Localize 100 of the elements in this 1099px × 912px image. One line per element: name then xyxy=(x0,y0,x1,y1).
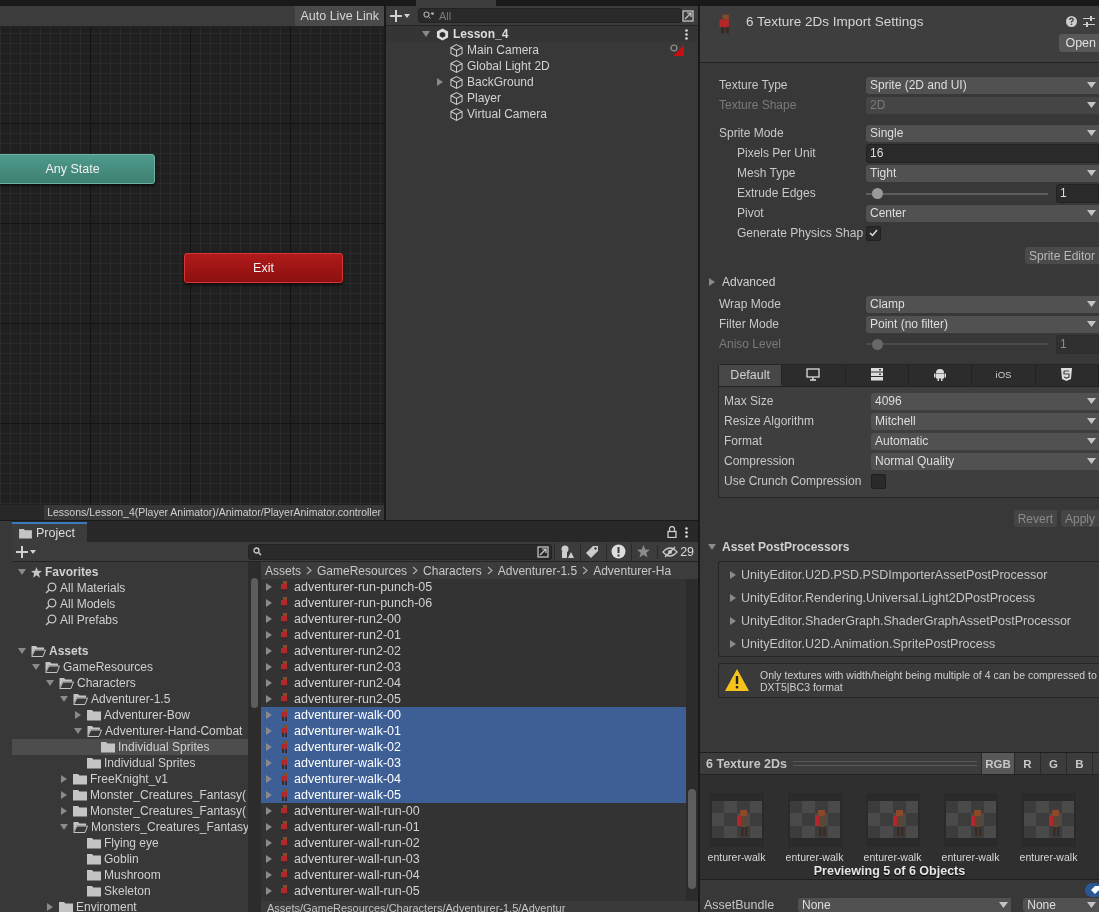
dropdown[interactable]: Center xyxy=(866,204,1099,222)
disclosure-arrow-icon[interactable] xyxy=(436,78,444,86)
disclosure-arrow-icon[interactable] xyxy=(32,663,40,671)
search-field[interactable] xyxy=(248,543,553,560)
more-options-icon[interactable] xyxy=(685,526,688,538)
disclosure-arrow-icon[interactable] xyxy=(60,823,68,831)
platform-tab[interactable] xyxy=(1035,365,1099,386)
asset-row[interactable]: adventurer-run-punch-06 xyxy=(261,595,686,611)
dropdown[interactable]: None xyxy=(798,898,1012,912)
tree-item[interactable]: Favorites xyxy=(12,564,248,580)
disclosure-arrow-icon[interactable] xyxy=(60,807,68,815)
disclosure-arrow-icon[interactable] xyxy=(18,647,26,655)
postprocessor-item[interactable]: UnityEditor.U2D.Animation.SpritePostProcess xyxy=(719,632,1099,655)
label-tag-icon[interactable] xyxy=(1085,883,1099,897)
state-node[interactable]: Exit xyxy=(184,253,343,283)
asset-row[interactable]: adventurer-walk-02 xyxy=(261,739,686,755)
asset-row[interactable]: adventurer-run2-00 xyxy=(261,611,686,627)
disclosure-arrow-icon[interactable] xyxy=(74,711,82,719)
asset-row[interactable]: adventurer-walk-04 xyxy=(261,771,686,787)
dropdown[interactable]: Automatic xyxy=(871,432,1099,450)
breadcrumb-link[interactable]: Characters xyxy=(423,563,482,578)
hidden-eye-icon[interactable] xyxy=(662,545,679,558)
tree-item[interactable]: Individual Sprites xyxy=(12,755,248,771)
disclosure-arrow-icon[interactable] xyxy=(60,695,68,703)
postprocessor-item[interactable]: UnityEditor.Rendering.Universal.Light2DPostProcess xyxy=(719,586,1099,609)
asset-row[interactable]: adventurer-wall-run-01 xyxy=(261,819,686,835)
asset-row[interactable]: adventurer-run-punch-05 xyxy=(261,579,686,595)
tree-item[interactable]: Assets xyxy=(12,643,248,659)
hierarchy-item[interactable]: Main Camera xyxy=(386,42,698,58)
tree-item[interactable]: Adventurer-Hand-Combat xyxy=(12,723,248,739)
dropdown[interactable]: Point (no filter) xyxy=(866,315,1099,333)
lock-icon[interactable] xyxy=(667,526,677,538)
asset-row[interactable]: adventurer-run2-03 xyxy=(261,659,686,675)
asset-row[interactable]: adventurer-walk-01 xyxy=(261,723,686,739)
asset-row[interactable]: adventurer-run2-02 xyxy=(261,643,686,659)
dropdown[interactable]: Single xyxy=(866,124,1099,142)
platform-tab[interactable]: Default xyxy=(719,365,783,386)
checkbox[interactable] xyxy=(871,473,886,489)
open-window-button[interactable] xyxy=(682,9,694,22)
breadcrumb-link[interactable]: Assets xyxy=(265,563,301,578)
tree-item[interactable]: Characters xyxy=(12,675,248,691)
state-node[interactable]: Any State xyxy=(0,154,155,184)
hierarchy-item[interactable]: Player xyxy=(386,90,698,106)
hierarchy-item[interactable]: Global Light 2D xyxy=(386,58,698,74)
postprocessor-item[interactable]: UnityEditor.U2D.PSD.PSDImporterAssetPostProcessor xyxy=(719,563,1099,586)
hierarchy-item[interactable]: Virtual Camera xyxy=(386,106,698,122)
number-field[interactable]: 16 xyxy=(866,143,1099,163)
tree-item[interactable]: Goblin xyxy=(12,851,248,867)
tree-item[interactable]: Skeleton xyxy=(12,883,248,899)
graph-canvas[interactable]: Any State Exit xyxy=(0,27,384,505)
more-options-icon[interactable] xyxy=(685,28,688,40)
disclosure-arrow-icon[interactable] xyxy=(708,543,716,551)
tree-item[interactable]: All Prefabs xyxy=(12,612,248,628)
asset-row[interactable]: adventurer-run2-01 xyxy=(261,627,686,643)
settings-sliders-icon[interactable] xyxy=(1083,16,1095,27)
disclosure-arrow-icon[interactable] xyxy=(74,727,82,735)
asset-postprocessors-foldout[interactable]: Asset PostProcessors xyxy=(700,537,1099,557)
dropdown[interactable]: Sprite (2D and UI) xyxy=(866,76,1099,94)
disclosure-arrow-icon[interactable] xyxy=(729,593,737,602)
disclosure-arrow-icon[interactable] xyxy=(60,775,68,783)
disclosure-arrow-icon[interactable] xyxy=(46,903,54,911)
tree-item[interactable]: All Materials xyxy=(12,580,248,596)
tree-item[interactable]: Adventurer-1.5 xyxy=(12,691,248,707)
asset-row[interactable]: adventurer-wall-run-05 xyxy=(261,883,686,899)
project-tab[interactable]: Project xyxy=(12,522,87,542)
auto-live-link-button[interactable]: Auto Live Link xyxy=(295,6,384,26)
search-field[interactable]: All xyxy=(418,8,682,23)
asset-row[interactable]: adventurer-wall-run-03 xyxy=(261,851,686,867)
disclosure-arrow-icon[interactable] xyxy=(729,616,737,625)
asset-row[interactable]: adventurer-walk-03 xyxy=(261,755,686,771)
breadcrumb-link[interactable]: Adventurer-Ha xyxy=(593,563,672,578)
asset-row[interactable]: adventurer-walk-00 xyxy=(261,707,686,723)
asset-row[interactable]: adventurer-run2-05 xyxy=(261,691,686,707)
tree-item[interactable]: GameResources xyxy=(12,659,248,675)
asset-row[interactable]: adventurer-wall-run-02 xyxy=(261,835,686,851)
breadcrumb-link[interactable]: Adventurer-1.5 xyxy=(497,563,578,578)
platform-tab[interactable] xyxy=(909,365,973,386)
tree-item[interactable]: Monster_Creatures_Fantasy( xyxy=(12,787,248,803)
scrollbar-thumb[interactable] xyxy=(688,789,696,889)
advanced-foldout[interactable]: Advanced xyxy=(700,272,1099,292)
tree-item[interactable]: Mushroom xyxy=(12,867,248,883)
asset-row[interactable]: adventurer-walk-05 xyxy=(261,787,686,803)
disclosure-arrow-icon[interactable] xyxy=(729,570,737,579)
platform-tab[interactable] xyxy=(782,365,846,386)
disclosure-arrow-icon[interactable] xyxy=(422,30,430,38)
disclosure-arrow-icon[interactable] xyxy=(708,278,716,286)
sprite-editor-button[interactable]: Sprite Editor xyxy=(1024,247,1099,264)
dropdown[interactable]: 4096 xyxy=(871,392,1099,410)
channel-button[interactable]: RGB xyxy=(981,753,1014,774)
slider-thumb[interactable] xyxy=(871,187,883,199)
dropdown[interactable]: Tight xyxy=(866,164,1099,182)
help-icon[interactable] xyxy=(1066,16,1077,27)
postprocessor-item[interactable]: UnityEditor.ShaderGraph.ShaderGraphAssetPostProcessor xyxy=(719,609,1099,632)
dropdown[interactable]: Clamp xyxy=(866,295,1099,313)
dropdown[interactable]: Normal Quality xyxy=(871,452,1099,470)
checkbox[interactable] xyxy=(866,225,881,241)
tree-item[interactable]: Individual Sprites xyxy=(12,739,248,755)
dropdown[interactable]: None xyxy=(1023,898,1099,912)
open-window-icon[interactable] xyxy=(537,545,550,558)
hierarchy-item[interactable]: BackGround xyxy=(386,74,698,90)
